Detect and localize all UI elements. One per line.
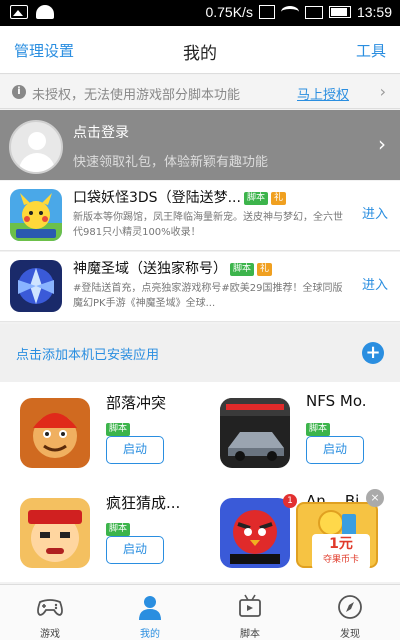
coin-icon — [318, 510, 344, 536]
game-description: #登陆送首充，点亮独家游戏称号#欧美29国推荐！全球同版魔幻PK手游《神魔圣域》… — [73, 283, 343, 309]
app-name: NFS Mo. — [306, 392, 367, 410]
tab-games[interactable]: 游戏 — [0, 585, 100, 640]
nfs-most-wanted-icon[interactable] — [220, 398, 290, 468]
tab-label: 脚本 — [240, 629, 260, 640]
data-transfer-icon — [258, 5, 275, 19]
script-tag-label: 脚本 — [106, 523, 131, 536]
game-description: 新版本等你踢馆，凤王降临海量新宠。送皮神与梦幻，全六世代981只小精灵100%收… — [73, 212, 343, 238]
gift-tag: 礼 — [270, 192, 286, 205]
message-icon — [304, 5, 323, 19]
login-title: 点击登录 — [73, 125, 129, 141]
authorize-now-link[interactable]: 马上授权 — [297, 84, 349, 103]
status-left-icons — [10, 5, 54, 19]
add-installed-apps-bar[interactable]: 点击添加本机已安装应用 + — [0, 324, 400, 382]
clock: 13:59 — [356, 4, 392, 20]
tab-mine[interactable]: 我的 — [100, 585, 200, 640]
notification-badge: 1 — [283, 494, 297, 508]
compass-icon — [338, 595, 362, 619]
wifi-icon — [280, 6, 299, 18]
tab-label: 我的 — [140, 629, 160, 640]
list-item[interactable]: 口袋妖怪3DS（登陆送梦... 脚本礼 新版本等你踢馆，凤王降临海量新宠。送皮神与… — [0, 181, 400, 251]
top-bar: 管理设置 我的 工具 — [0, 26, 400, 74]
script-tag: 脚本 — [106, 418, 131, 437]
login-banner[interactable]: 点击登录 快速领取礼包，体验新颖有趣功能 › — [0, 110, 400, 180]
app-name: 部落冲突 — [106, 394, 167, 412]
avatar — [9, 120, 63, 174]
gamepad-icon — [37, 599, 63, 616]
pokemon-game-icon — [10, 189, 62, 241]
installed-app: NFS Mo. 脚本 启动 — [200, 382, 400, 482]
promo-card-body: 1元 夺果币卡 — [296, 502, 378, 570]
launch-button[interactable]: 启动 — [106, 536, 164, 564]
game-title: 口袋妖怪3DS（登陆送梦... 脚本礼 — [73, 187, 286, 207]
tab-discover[interactable]: 发现 — [300, 585, 400, 640]
clash-of-clans-icon[interactable] — [20, 398, 90, 468]
game-title-text: 口袋妖怪3DS（登陆送梦... — [73, 190, 241, 206]
game-title: 神魔圣域（送独家称号） 脚本礼 — [73, 258, 273, 278]
script-tag-label: 脚本 — [306, 423, 331, 436]
card-icon — [342, 514, 356, 536]
enter-button[interactable]: 进入 — [362, 274, 388, 293]
installed-app: 疯狂猜成... 脚本 启动 — [0, 482, 200, 582]
android-notification-icon — [36, 5, 54, 19]
enter-button[interactable]: 进入 — [362, 203, 388, 222]
script-tag: 脚本 — [243, 192, 268, 205]
launch-button[interactable]: 启动 — [306, 436, 364, 464]
tab-scripts[interactable]: 脚本 — [200, 585, 300, 640]
user-icon — [139, 596, 161, 620]
page-title: 我的 — [183, 44, 217, 64]
shenmo-game-icon — [10, 260, 62, 312]
installed-app: 部落冲突 脚本 启动 — [0, 382, 200, 482]
bottom-navigation: 游戏 我的 脚本 发现 — [0, 584, 400, 640]
promo-amount: 1元 — [329, 536, 353, 552]
status-right: 0.75K/s 13:59 — [205, 4, 392, 20]
gift-tag: 礼 — [257, 263, 273, 276]
network-speed: 0.75K/s — [205, 4, 253, 20]
list-item[interactable]: 神魔圣域（送独家称号） 脚本礼 #登陆送首充，点亮独家游戏称号#欧美29国推荐！全… — [0, 252, 400, 322]
app-name: 疯狂猜成... — [106, 494, 181, 512]
idiom-quiz-icon[interactable] — [20, 498, 90, 568]
script-tag: 脚本 — [306, 418, 331, 437]
tools-button[interactable]: 工具 — [356, 40, 386, 61]
script-robot-icon — [239, 594, 261, 617]
plus-icon[interactable]: + — [362, 342, 384, 364]
launch-button[interactable]: 启动 — [106, 436, 164, 464]
promo-label: 夺果币卡 — [322, 555, 359, 565]
tab-label: 发现 — [340, 629, 360, 640]
game-title-text: 神魔圣域（送独家称号） — [73, 261, 227, 277]
add-installed-text: 点击添加本机已安装应用 — [16, 348, 160, 363]
promo-voucher: 1元 夺果币卡 — [312, 534, 370, 570]
status-bar: 0.75K/s 13:59 — [0, 0, 400, 26]
chevron-right-icon: › — [378, 132, 386, 156]
promo-floating-card[interactable]: 1元 夺果币卡 × — [296, 489, 386, 572]
notice-text: 未授权，无法使用游戏部分脚本功能 — [32, 88, 241, 103]
info-icon: i — [12, 85, 26, 99]
authorization-notice[interactable]: i 未授权，无法使用游戏部分脚本功能 马上授权 › — [0, 75, 400, 109]
image-notification-icon — [10, 5, 28, 19]
script-tag: 脚本 — [230, 263, 255, 276]
script-tag: 脚本 — [106, 518, 131, 537]
close-icon[interactable]: × — [366, 489, 384, 507]
login-subtitle: 快速领取礼包，体验新颖有趣功能 — [73, 155, 269, 170]
tab-label: 游戏 — [40, 629, 60, 640]
script-tag-label: 脚本 — [106, 423, 131, 436]
battery-icon — [328, 6, 351, 18]
angry-birds-star-wars-icon[interactable] — [220, 498, 290, 568]
chevron-right-icon: › — [379, 82, 386, 101]
